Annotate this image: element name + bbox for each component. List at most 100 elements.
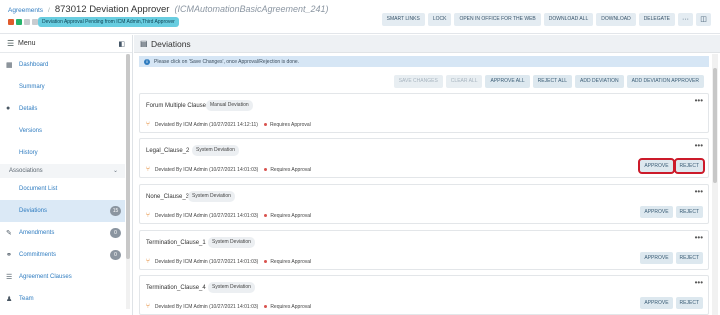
deviation-type-tag: System Deviation <box>192 145 239 156</box>
deviation-meta: ⑂ Deviated By ICM Admin (10/27/2021 14:0… <box>146 166 311 173</box>
more-options-icon[interactable]: ••• <box>695 141 703 150</box>
main-scrollbar-thumb[interactable] <box>713 68 717 183</box>
more-options-icon[interactable]: ••• <box>695 96 703 105</box>
sidebar-item-label: Commitments <box>19 252 57 258</box>
deviations-count-badge: 15 <box>110 206 121 216</box>
lock-button[interactable]: LOCK <box>427 13 452 26</box>
sidebar-scrollbar-thumb[interactable] <box>126 54 130 259</box>
approval-buttons: APPROVE REJECT <box>640 297 703 309</box>
reject-button[interactable]: REJECT <box>675 206 703 218</box>
more-options-icon[interactable]: ••• <box>695 278 703 287</box>
document-icon: ▤ <box>140 39 148 48</box>
deviation-card: Termination_Clause_1 System Deviation ••… <box>139 230 709 270</box>
menu-label: Menu <box>18 40 36 47</box>
download-all-button[interactable]: DOWNLOAD ALL <box>543 13 594 26</box>
panel-toggle-icon[interactable]: ◫ <box>696 13 711 26</box>
status-badge: Deviation Approval Pending from ICM Admi… <box>38 17 179 27</box>
clause-name: Termination_Clause_4 <box>146 285 206 291</box>
sidebar-item-label: Versions <box>19 128 43 134</box>
sidebar-item-label: Details <box>19 106 38 112</box>
sidebar-group-associations[interactable]: Associations ⌄ <box>0 164 125 178</box>
approve-button[interactable]: APPROVE <box>640 206 673 218</box>
status-dot-icon <box>264 260 268 263</box>
delegate-button[interactable]: DELEGATE <box>638 13 675 26</box>
deviation-meta: ⑂ Deviated By ICM Admin (10/27/2021 14:0… <box>146 303 311 310</box>
hamburger-icon[interactable]: ☰ <box>7 39 18 48</box>
approve-all-button[interactable]: APPROVE ALL <box>485 75 530 88</box>
clause-name: Forum Multiple Clause <box>146 103 207 109</box>
menu-bar: ☰ Menu ◧ <box>0 35 132 53</box>
amendments-count-badge: 0 <box>110 228 121 238</box>
sidebar-item-versions[interactable]: Versions <box>0 120 125 142</box>
sidebar-item-details[interactable]: ● Details <box>0 98 125 120</box>
add-deviation-button[interactable]: ADD DEVIATION <box>575 75 624 88</box>
approval-status-text: Requires Approval <box>270 303 312 310</box>
sidebar-group-label: Associations <box>9 168 43 174</box>
clear-all-button[interactable]: CLEAR ALL <box>445 75 483 88</box>
status-dots <box>8 19 38 25</box>
deviation-card: Termination_Clause_4 System Deviation ••… <box>139 275 709 315</box>
deviation-type-tag: System Deviation <box>188 191 235 202</box>
page-header: Agreements / 873012 Deviation Approver (… <box>0 0 720 34</box>
status-dot-green <box>16 19 22 25</box>
deviation-card: None_Clause_3 System Deviation ••• ⑂ Dev… <box>139 184 709 224</box>
main-scrollbar[interactable] <box>712 54 718 315</box>
breadcrumb-agreements-link[interactable]: Agreements <box>8 7 43 14</box>
reject-all-button[interactable]: REJECT ALL <box>532 75 573 88</box>
sidebar-scrollbar[interactable] <box>126 54 130 309</box>
breadcrumb-separator: / <box>48 7 50 14</box>
commitments-count-badge: 0 <box>110 250 121 260</box>
sidebar-item-agreement-clauses[interactable]: ☰ Agreement Clauses <box>0 266 125 288</box>
approval-status-text: Requires Approval <box>270 166 312 173</box>
sidebar-item-commitments[interactable]: ⚭ Commitments 0 <box>0 244 125 266</box>
open-in-office-button[interactable]: OPEN IN OFFICE FOR THE WEB <box>454 13 541 26</box>
status-dot-icon <box>263 123 267 126</box>
status-dot-icon <box>264 168 268 171</box>
collapse-sidebar-icon[interactable]: ◧ <box>118 40 125 48</box>
sidebar-item-team[interactable]: ♟ Team <box>0 288 125 310</box>
sidebar-item-summary[interactable]: Summary <box>0 76 125 98</box>
sidebar-item-deviations[interactable]: Deviations 15 <box>0 200 125 222</box>
deviated-by-text: Deviated By ICM Admin (10/27/2021 14:01:… <box>154 303 259 310</box>
main-title: Deviations <box>151 38 191 49</box>
smart-links-button[interactable]: SMART LINKS <box>381 13 425 26</box>
sidebar-item-dashboard[interactable]: ▦ Dashboard <box>0 54 125 76</box>
sidebar: ☰ Menu ◧ ▦ Dashboard Summary ● Details V… <box>0 35 133 315</box>
approve-button[interactable]: APPROVE <box>638 158 675 174</box>
sidebar-item-label: Dashboard <box>19 62 49 68</box>
info-icon: i <box>144 58 150 65</box>
reject-button[interactable]: REJECT <box>675 252 703 264</box>
more-options-icon[interactable]: ••• <box>695 187 703 196</box>
sidebar-item-document-list[interactable]: Document List <box>0 178 125 200</box>
save-changes-button[interactable]: SAVE CHANGES <box>393 75 443 88</box>
page-subtitle: (ICMAutomationBasicAgreement_241) <box>174 4 329 14</box>
deviation-type-tag: Manual Deviation <box>206 100 253 111</box>
sidebar-nav: ▦ Dashboard Summary ● Details Versions H… <box>0 54 125 310</box>
sidebar-item-label: History <box>19 150 38 156</box>
approval-status-text: Requires Approval <box>270 258 312 265</box>
branch-icon: ⑂ <box>146 166 150 173</box>
deviation-card: Forum Multiple Clause Manual Deviation •… <box>139 93 709 133</box>
more-options-icon[interactable]: ··· <box>678 13 693 26</box>
approval-status-text: Requires Approval <box>269 121 311 128</box>
edit-icon: ✎ <box>6 230 12 237</box>
status-dot-orange <box>8 19 14 25</box>
approve-button[interactable]: APPROVE <box>640 297 673 309</box>
add-deviation-approver-button[interactable]: ADD DEVIATION APPROVER <box>626 75 704 88</box>
branch-icon: ⑂ <box>146 258 150 265</box>
reject-button[interactable]: REJECT <box>675 297 703 309</box>
sidebar-item-label: Team <box>19 296 34 302</box>
sidebar-item-history[interactable]: History <box>0 142 125 164</box>
download-button[interactable]: DOWNLOAD <box>596 13 636 26</box>
approve-button[interactable]: APPROVE <box>640 252 673 264</box>
reject-button[interactable]: REJECT <box>673 158 706 174</box>
more-options-icon[interactable]: ••• <box>695 233 703 242</box>
deviated-by-text: Deviated By ICM Admin (10/27/2021 14:01:… <box>154 166 259 173</box>
header-toolbar: SMART LINKS LOCK OPEN IN OFFICE FOR THE … <box>381 13 711 26</box>
deviation-type-tag: System Deviation <box>208 237 255 248</box>
deviated-by-text: Deviated By ICM Admin (10/27/2021 14:12:… <box>154 121 258 128</box>
status-dot-icon <box>264 214 268 217</box>
sidebar-item-amendments[interactable]: ✎ Amendments 0 <box>0 222 125 244</box>
clause-name: Legal_Clause_2 <box>146 148 190 154</box>
main-header: ▤ Deviations <box>134 35 720 53</box>
